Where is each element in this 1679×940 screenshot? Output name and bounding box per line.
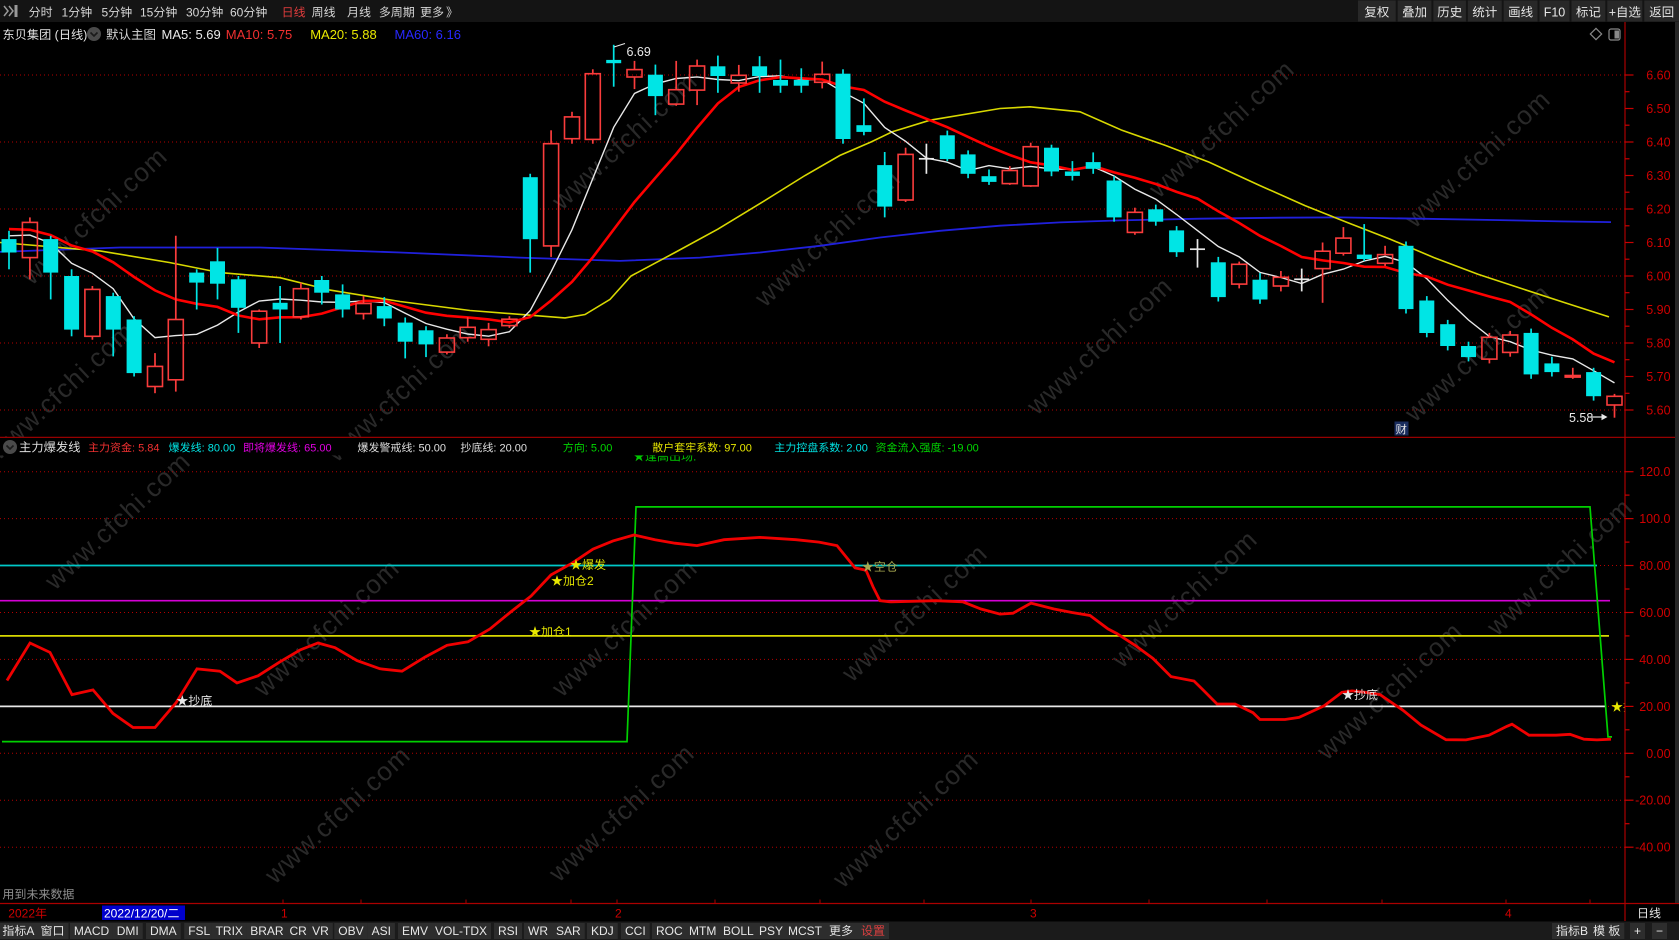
svg-text:TRIX: TRIX xyxy=(216,924,243,938)
svg-text:5.60: 5.60 xyxy=(1646,404,1670,418)
svg-text:120.0: 120.0 xyxy=(1639,465,1670,479)
svg-text:+: + xyxy=(1609,6,1616,20)
svg-text:−: − xyxy=(1656,924,1663,938)
svg-text:: 80.00: : 80.00 xyxy=(202,443,236,455)
svg-text:DMI: DMI xyxy=(117,924,139,938)
svg-text:VOL-TDX: VOL-TDX xyxy=(435,924,487,938)
svg-text:2022/12/20/: 2022/12/20/ xyxy=(104,907,168,921)
svg-text:MCST: MCST xyxy=(788,924,823,938)
svg-text:-40.00: -40.00 xyxy=(1635,841,1670,855)
svg-text:WR: WR xyxy=(528,924,548,938)
svg-text:CCI: CCI xyxy=(625,924,646,938)
svg-text:: 5.84: : 5.84 xyxy=(132,443,160,455)
svg-text:5.70: 5.70 xyxy=(1646,370,1670,384)
svg-text:2022: 2022 xyxy=(8,907,35,921)
svg-text:VR: VR xyxy=(312,924,329,938)
svg-text:(: ( xyxy=(51,28,58,42)
svg-text:1: 1 xyxy=(62,6,69,20)
svg-text:60: 60 xyxy=(230,6,244,20)
svg-text:: 2.00: : 2.00 xyxy=(840,443,868,455)
svg-text:2: 2 xyxy=(615,907,622,921)
svg-text:B: B xyxy=(1580,924,1588,938)
svg-text:A: A xyxy=(26,924,34,938)
svg-text:RSI: RSI xyxy=(498,924,518,938)
svg-text:DMA: DMA xyxy=(150,924,177,938)
svg-text:1: 1 xyxy=(281,907,288,921)
svg-text:-20.00: -20.00 xyxy=(1635,794,1670,808)
svg-text:BRAR: BRAR xyxy=(250,924,284,938)
svg-text:: 50.00: : 50.00 xyxy=(412,443,446,455)
svg-text:BOLL: BOLL xyxy=(723,924,754,938)
svg-text:: 65.00: : 65.00 xyxy=(298,443,332,455)
svg-text:KDJ: KDJ xyxy=(591,924,614,938)
svg-text:6.30: 6.30 xyxy=(1646,169,1670,183)
svg-text:CR: CR xyxy=(290,924,308,938)
svg-text:MTM: MTM xyxy=(689,924,716,938)
svg-text:MA5: 5.69: MA5: 5.69 xyxy=(162,27,221,42)
svg-text:): ) xyxy=(83,28,87,42)
svg-text:MACD: MACD xyxy=(74,924,110,938)
svg-text:MA20: 5.88: MA20: 5.88 xyxy=(310,27,377,42)
svg-text:5.80: 5.80 xyxy=(1646,337,1670,351)
svg-text:OBV: OBV xyxy=(338,924,363,938)
svg-text:6.69: 6.69 xyxy=(627,45,651,59)
svg-text:FSL: FSL xyxy=(188,924,210,938)
svg-text:3: 3 xyxy=(1030,907,1037,921)
svg-text:6.10: 6.10 xyxy=(1646,236,1670,250)
svg-text:6.60: 6.60 xyxy=(1646,69,1670,83)
svg-text:6.40: 6.40 xyxy=(1646,136,1670,150)
svg-text:6.50: 6.50 xyxy=(1646,102,1670,116)
svg-text:15: 15 xyxy=(140,6,154,20)
svg-text:40.00: 40.00 xyxy=(1639,653,1670,667)
svg-text:ASI: ASI xyxy=(372,924,391,938)
svg-text:5.58: 5.58 xyxy=(1569,411,1593,425)
svg-text:: -19.00: : -19.00 xyxy=(942,443,979,455)
svg-text:0.00: 0.00 xyxy=(1646,747,1670,761)
svg-text:4: 4 xyxy=(1505,907,1512,921)
svg-text:: 97.00: : 97.00 xyxy=(718,443,752,455)
svg-text:80.00: 80.00 xyxy=(1639,559,1670,573)
svg-text:60.00: 60.00 xyxy=(1639,606,1670,620)
svg-text:5: 5 xyxy=(102,6,109,20)
svg-text:+: + xyxy=(1634,924,1641,938)
svg-text:: 20.00: : 20.00 xyxy=(493,443,527,455)
svg-text:30: 30 xyxy=(186,6,200,20)
svg-text:SAR: SAR xyxy=(556,924,581,938)
svg-text:6.20: 6.20 xyxy=(1646,203,1670,217)
svg-text:F10: F10 xyxy=(1544,6,1566,20)
svg-text:MA60: 6.16: MA60: 6.16 xyxy=(395,27,462,42)
svg-text:100.0: 100.0 xyxy=(1639,512,1670,526)
svg-text:MA10: 5.75: MA10: 5.75 xyxy=(226,27,292,42)
svg-text:EMV: EMV xyxy=(402,924,428,938)
svg-text:1: 1 xyxy=(565,625,572,639)
svg-text:6.00: 6.00 xyxy=(1646,270,1670,284)
svg-text:ROC: ROC xyxy=(656,924,683,938)
svg-text:PSY: PSY xyxy=(759,924,783,938)
svg-text:20.00: 20.00 xyxy=(1639,700,1670,714)
svg-text:5.90: 5.90 xyxy=(1646,303,1670,317)
svg-text:2: 2 xyxy=(587,574,594,588)
svg-text:: 5.00: : 5.00 xyxy=(585,443,613,455)
